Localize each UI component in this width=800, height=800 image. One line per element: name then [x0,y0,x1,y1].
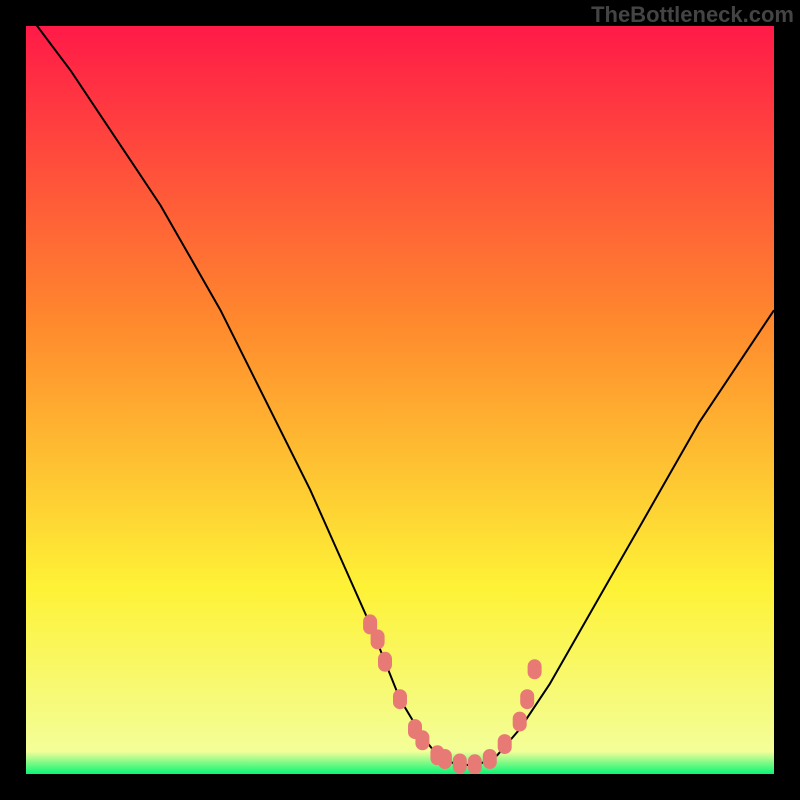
marker-dot [513,712,527,732]
plot-area [26,26,774,774]
watermark-text: TheBottleneck.com [591,2,794,28]
marker-dot [483,749,497,769]
marker-dot [498,734,512,754]
marker-dot [528,659,542,679]
marker-dot [520,689,534,709]
marker-dot [415,730,429,750]
marker-dot [453,754,467,774]
marker-dot [468,754,482,774]
marker-dot [378,652,392,672]
marker-dot [371,629,385,649]
gradient-background [26,26,774,774]
bottleneck-chart [26,26,774,774]
marker-dot [393,689,407,709]
chart-frame: TheBottleneck.com [0,0,800,800]
marker-dot [438,749,452,769]
